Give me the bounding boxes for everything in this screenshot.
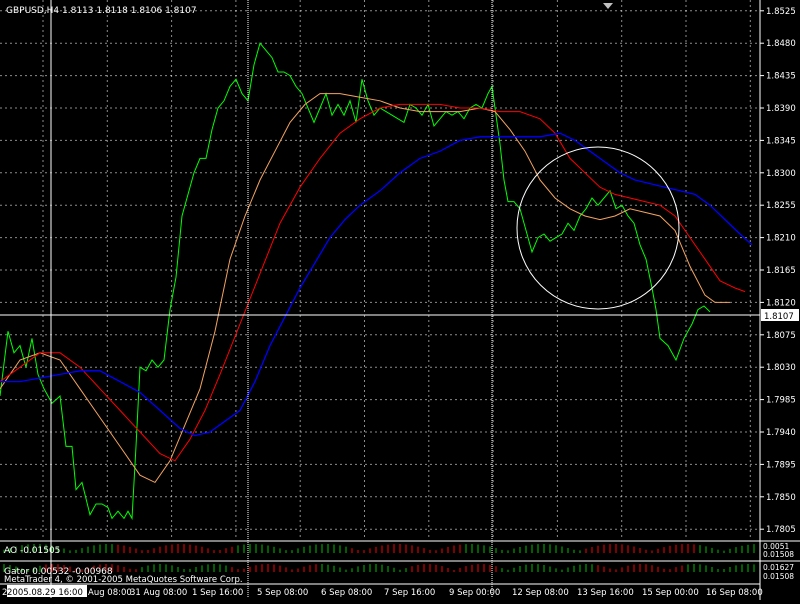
price-tick-label: 1.8345 bbox=[766, 136, 796, 146]
price-tick-label: 1.8480 bbox=[766, 39, 796, 49]
price-tick-label: 1.7985 bbox=[766, 396, 796, 406]
date-tick-label: 2005.08.29 16:00 bbox=[7, 588, 83, 598]
gator-scale-top: 0.01627 bbox=[763, 563, 794, 572]
date-tick-label: 6 Sep 08:00 bbox=[321, 588, 372, 598]
price-tick-label: 1.8300 bbox=[766, 169, 796, 179]
date-tick-label: 16 Sep 08:00 bbox=[706, 588, 763, 598]
price-tick-label: 1.8210 bbox=[766, 234, 796, 244]
ao-label: AO -0.01505 bbox=[4, 546, 60, 556]
price-tick-label: 1.8525 bbox=[766, 7, 796, 17]
date-tick-label: 15 Sep 00:00 bbox=[642, 588, 699, 598]
current-price-label: 1.8107 bbox=[764, 312, 794, 322]
symbol-info: GBPUSD,H4 1.8113 1.8118 1.8106 1.8107 bbox=[6, 6, 197, 16]
price-tick-label: 1.7850 bbox=[766, 493, 796, 503]
date-tick-label: 12 Sep 08:00 bbox=[512, 588, 569, 598]
price-tick-label: 1.8255 bbox=[766, 201, 796, 211]
price-tick-label: 1.8120 bbox=[766, 298, 796, 308]
price-tick-label: 1.8435 bbox=[766, 72, 796, 82]
price-chart[interactable]: 1.8525 1.8480 1.8435 1.8390 1.8345 1.8300 1.82… bbox=[0, 0, 800, 600]
price-tick-label: 1.8165 bbox=[766, 266, 796, 276]
chart-window[interactable]: 1.8525 1.8480 1.8435 1.8390 1.8345 1.8300 1.82… bbox=[0, 0, 800, 600]
price-tick-label: 1.8075 bbox=[766, 331, 796, 341]
gator-scale-bottom: 0.01508 bbox=[763, 572, 794, 581]
date-tick-label: 9 Sep 00:00 bbox=[449, 588, 500, 598]
date-tick-label: 31 Aug 08:00 bbox=[130, 588, 187, 598]
date-tick-label: 7 Sep 16:00 bbox=[384, 588, 435, 598]
date-tick-label: 5 Sep 08:00 bbox=[257, 588, 308, 598]
date-tick-label: 13 Sep 16:00 bbox=[577, 588, 634, 598]
price-tick-label: 1.7940 bbox=[766, 428, 796, 438]
price-tick-label: 1.7805 bbox=[766, 525, 796, 535]
price-tick-label: 1.7895 bbox=[766, 460, 796, 470]
date-tick-label: Aug 08:00 bbox=[88, 588, 132, 598]
date-tick-label: 1 Sep 16:00 bbox=[192, 588, 243, 598]
chart-background bbox=[0, 0, 800, 600]
price-tick-label: 1.8390 bbox=[766, 104, 796, 114]
ao-scale-bottom: 0.01508 bbox=[763, 550, 794, 559]
price-tick-label: 1.8030 bbox=[766, 363, 796, 373]
